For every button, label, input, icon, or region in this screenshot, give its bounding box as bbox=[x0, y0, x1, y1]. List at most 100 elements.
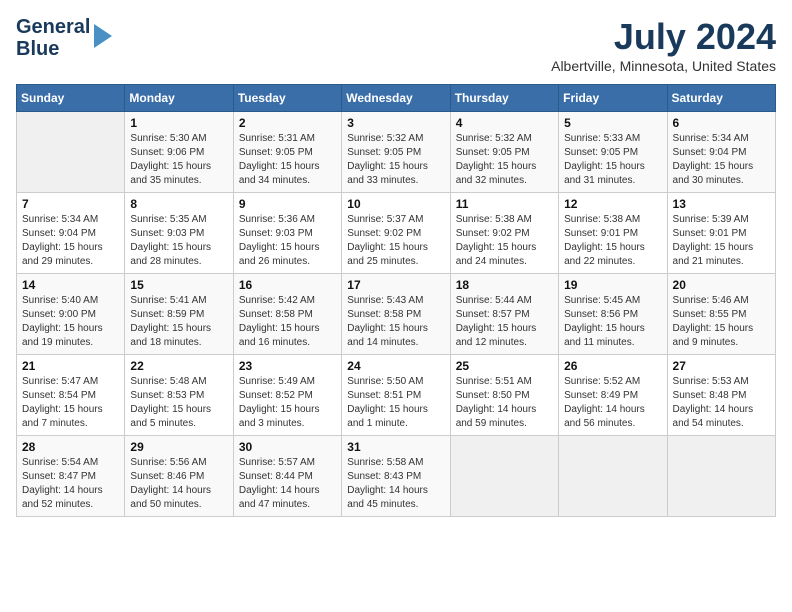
day-number: 31 bbox=[347, 440, 444, 454]
day-info: Sunrise: 5:42 AMSunset: 8:58 PMDaylight:… bbox=[239, 294, 336, 350]
day-number: 27 bbox=[673, 359, 770, 373]
day-number: 4 bbox=[456, 116, 553, 130]
calendar-cell: 21 Sunrise: 5:47 AMSunset: 8:54 PMDayligh… bbox=[17, 355, 125, 436]
day-info: Sunrise: 5:48 AMSunset: 8:53 PMDaylight:… bbox=[130, 375, 227, 431]
calendar-cell: 2Sunrise: 5:31 AMSunset: 9:05 PMDaylight… bbox=[233, 112, 341, 193]
weekday-header: Tuesday bbox=[233, 85, 341, 112]
calendar-cell: 9Sunrise: 5:36 AMSunset: 9:03 PMDaylight… bbox=[233, 193, 341, 274]
calendar-cell: 31Sunrise: 5:58 AMSunset: 8:43 PMDayligh… bbox=[342, 436, 450, 517]
calendar-cell: 24 Sunrise: 5:50 AMSunset: 8:51 PMDayligh… bbox=[342, 355, 450, 436]
day-number: 19 bbox=[564, 278, 661, 292]
day-info: Sunrise: 5:37 AMSunset: 9:02 PMDaylight:… bbox=[347, 213, 444, 269]
day-info: Sunrise: 5:46 AMSunset: 8:55 PMDaylight:… bbox=[673, 294, 770, 350]
day-number: 18 bbox=[456, 278, 553, 292]
day-number: 22 bbox=[130, 359, 227, 373]
weekday-header: Friday bbox=[559, 85, 667, 112]
weekday-header: Wednesday bbox=[342, 85, 450, 112]
calendar-week-row: 7 Sunrise: 5:34 AMSunset: 9:04 PMDaylight… bbox=[17, 193, 776, 274]
day-number: 28 bbox=[22, 440, 119, 454]
day-info: Sunrise: 5:44 AMSunset: 8:57 PMDaylight:… bbox=[456, 294, 553, 350]
day-info: Sunrise: 5:32 AMSunset: 9:05 PMDaylight:… bbox=[456, 132, 553, 188]
day-number: 1 bbox=[130, 116, 227, 130]
calendar-cell: 20 Sunrise: 5:46 AMSunset: 8:55 PMDayligh… bbox=[667, 274, 775, 355]
logo: GeneralBlue bbox=[16, 16, 112, 60]
calendar-week-row: 28 Sunrise: 5:54 AMSunset: 8:47 PMDayligh… bbox=[17, 436, 776, 517]
day-number: 3 bbox=[347, 116, 444, 130]
day-info: Sunrise: 5:50 AMSunset: 8:51 PMDaylight:… bbox=[347, 375, 444, 431]
day-number: 23 bbox=[239, 359, 336, 373]
day-info: Sunrise: 5:41 AMSunset: 8:59 PMDaylight:… bbox=[130, 294, 227, 350]
day-number: 8 bbox=[130, 197, 227, 211]
day-number: 13 bbox=[673, 197, 770, 211]
calendar-week-row: 21 Sunrise: 5:47 AMSunset: 8:54 PMDayligh… bbox=[17, 355, 776, 436]
day-info: Sunrise: 5:40 AMSunset: 9:00 PMDaylight:… bbox=[22, 294, 119, 350]
day-info: Sunrise: 5:56 AMSunset: 8:46 PMDaylight:… bbox=[130, 456, 227, 512]
calendar-cell: 6 Sunrise: 5:34 AMSunset: 9:04 PMDaylight… bbox=[667, 112, 775, 193]
calendar-week-row: 1 Sunrise: 5:30 AMSunset: 9:06 PMDaylight… bbox=[17, 112, 776, 193]
day-info: Sunrise: 5:38 AMSunset: 9:01 PMDaylight:… bbox=[564, 213, 661, 269]
calendar-cell: 23Sunrise: 5:49 AMSunset: 8:52 PMDayligh… bbox=[233, 355, 341, 436]
calendar-cell: 4 Sunrise: 5:32 AMSunset: 9:05 PMDaylight… bbox=[450, 112, 558, 193]
day-number: 7 bbox=[22, 197, 119, 211]
month-title: July 2024 bbox=[551, 16, 776, 58]
calendar-cell: 12 Sunrise: 5:38 AMSunset: 9:01 PMDayligh… bbox=[559, 193, 667, 274]
day-info: Sunrise: 5:53 AMSunset: 8:48 PMDaylight:… bbox=[673, 375, 770, 431]
calendar-cell: 16 Sunrise: 5:42 AMSunset: 8:58 PMDayligh… bbox=[233, 274, 341, 355]
day-number: 17 bbox=[347, 278, 444, 292]
calendar-cell: 10 Sunrise: 5:37 AMSunset: 9:02 PMDayligh… bbox=[342, 193, 450, 274]
day-info: Sunrise: 5:35 AMSunset: 9:03 PMDaylight:… bbox=[130, 213, 227, 269]
day-number: 20 bbox=[673, 278, 770, 292]
day-number: 12 bbox=[564, 197, 661, 211]
day-number: 2 bbox=[239, 116, 336, 130]
day-info: Sunrise: 5:34 AMSunset: 9:04 PMDaylight:… bbox=[22, 213, 119, 269]
day-number: 21 bbox=[22, 359, 119, 373]
calendar-cell bbox=[17, 112, 125, 193]
day-number: 29 bbox=[130, 440, 227, 454]
day-info: Sunrise: 5:34 AMSunset: 9:04 PMDaylight:… bbox=[673, 132, 770, 188]
calendar-cell: 30 Sunrise: 5:57 AMSunset: 8:44 PMDayligh… bbox=[233, 436, 341, 517]
day-number: 24 bbox=[347, 359, 444, 373]
calendar-cell: 5Sunrise: 5:33 AMSunset: 9:05 PMDaylight… bbox=[559, 112, 667, 193]
day-number: 30 bbox=[239, 440, 336, 454]
day-number: 10 bbox=[347, 197, 444, 211]
day-number: 11 bbox=[456, 197, 553, 211]
weekday-header: Thursday bbox=[450, 85, 558, 112]
day-info: Sunrise: 5:39 AMSunset: 9:01 PMDaylight:… bbox=[673, 213, 770, 269]
logo-arrow-icon bbox=[94, 24, 112, 48]
day-number: 16 bbox=[239, 278, 336, 292]
calendar-cell: 14 Sunrise: 5:40 AMSunset: 9:00 PMDayligh… bbox=[17, 274, 125, 355]
calendar-cell bbox=[450, 436, 558, 517]
calendar-cell bbox=[667, 436, 775, 517]
day-info: Sunrise: 5:51 AMSunset: 8:50 PMDaylight:… bbox=[456, 375, 553, 431]
calendar-cell: 28 Sunrise: 5:54 AMSunset: 8:47 PMDayligh… bbox=[17, 436, 125, 517]
day-number: 14 bbox=[22, 278, 119, 292]
day-info: Sunrise: 5:57 AMSunset: 8:44 PMDaylight:… bbox=[239, 456, 336, 512]
day-info: Sunrise: 5:52 AMSunset: 8:49 PMDaylight:… bbox=[564, 375, 661, 431]
location: Albertville, Minnesota, United States bbox=[551, 58, 776, 74]
calendar-cell bbox=[559, 436, 667, 517]
day-info: Sunrise: 5:30 AMSunset: 9:06 PMDaylight:… bbox=[130, 132, 227, 188]
day-number: 6 bbox=[673, 116, 770, 130]
weekday-header: Sunday bbox=[17, 85, 125, 112]
calendar-cell: 26Sunrise: 5:52 AMSunset: 8:49 PMDayligh… bbox=[559, 355, 667, 436]
weekday-header-row: SundayMondayTuesdayWednesdayThursdayFrid… bbox=[17, 85, 776, 112]
calendar-cell: 13 Sunrise: 5:39 AMSunset: 9:01 PMDayligh… bbox=[667, 193, 775, 274]
weekday-header: Monday bbox=[125, 85, 233, 112]
title-block: July 2024 Albertville, Minnesota, United… bbox=[551, 16, 776, 74]
day-info: Sunrise: 5:45 AMSunset: 8:56 PMDaylight:… bbox=[564, 294, 661, 350]
day-info: Sunrise: 5:54 AMSunset: 8:47 PMDaylight:… bbox=[22, 456, 119, 512]
day-number: 5 bbox=[564, 116, 661, 130]
day-number: 25 bbox=[456, 359, 553, 373]
calendar-cell: 1 Sunrise: 5:30 AMSunset: 9:06 PMDaylight… bbox=[125, 112, 233, 193]
day-info: Sunrise: 5:43 AMSunset: 8:58 PMDaylight:… bbox=[347, 294, 444, 350]
calendar-cell: 15 Sunrise: 5:41 AMSunset: 8:59 PMDayligh… bbox=[125, 274, 233, 355]
page-header: GeneralBlue July 2024 Albertville, Minne… bbox=[16, 16, 776, 74]
calendar-cell: 8 Sunrise: 5:35 AMSunset: 9:03 PMDaylight… bbox=[125, 193, 233, 274]
day-number: 15 bbox=[130, 278, 227, 292]
day-info: Sunrise: 5:47 AMSunset: 8:54 PMDaylight:… bbox=[22, 375, 119, 431]
logo-text: GeneralBlue bbox=[16, 16, 90, 60]
day-info: Sunrise: 5:32 AMSunset: 9:05 PMDaylight:… bbox=[347, 132, 444, 188]
calendar-table: SundayMondayTuesdayWednesdayThursdayFrid… bbox=[16, 84, 776, 517]
calendar-cell: 11Sunrise: 5:38 AMSunset: 9:02 PMDayligh… bbox=[450, 193, 558, 274]
calendar-week-row: 14 Sunrise: 5:40 AMSunset: 9:00 PMDayligh… bbox=[17, 274, 776, 355]
